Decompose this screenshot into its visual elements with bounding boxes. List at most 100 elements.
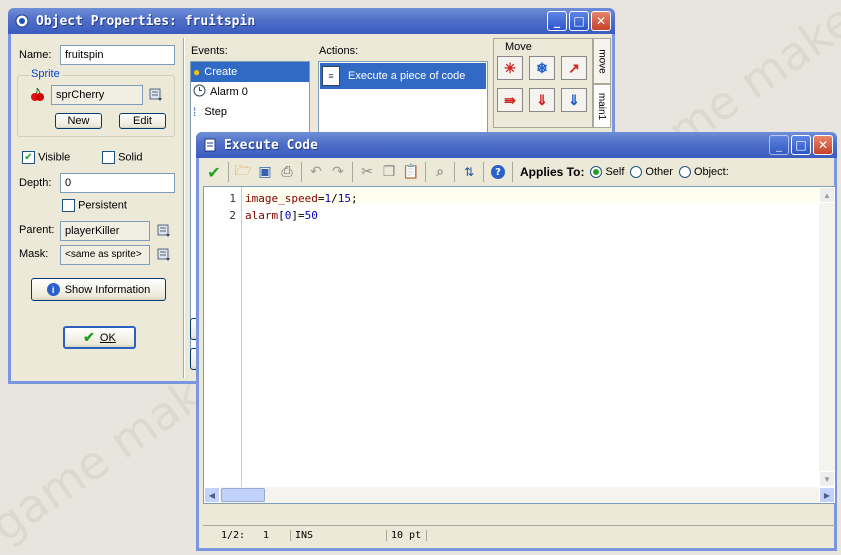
minimize-icon[interactable]: _ [547, 11, 567, 31]
separator [352, 162, 353, 182]
goto-line-icon[interactable]: ⇅ [458, 161, 480, 183]
undo-icon[interactable]: ↶ [305, 161, 327, 183]
window-title: Object Properties: fruitspin [36, 13, 256, 29]
scroll-right-icon[interactable]: ▶ [819, 487, 835, 503]
gravity-icon[interactable]: ⇓ [561, 88, 587, 112]
copy-icon[interactable]: ❐ [378, 161, 400, 183]
event-alarm-0[interactable]: Alarm 0 [191, 82, 309, 102]
solid-label: Solid [118, 151, 143, 164]
solid-checkbox[interactable]: Solid [102, 151, 143, 164]
horizontal-scrollbar[interactable]: ◀ ▶ [204, 487, 835, 503]
lightbulb-icon: ● [193, 65, 201, 79]
show-information-label: Show Information [64, 283, 151, 296]
self-radio[interactable]: Self [590, 166, 624, 178]
visible-checkbox[interactable]: ✔ Visible [22, 151, 70, 164]
code-token: 50 [304, 209, 318, 222]
code-page-icon: ≡ [322, 66, 340, 86]
move-fixed-icon[interactable]: ✳ [497, 56, 523, 80]
separator [454, 162, 455, 182]
close-icon[interactable]: ✕ [813, 135, 833, 155]
mask-field[interactable]: <same as sprite> [60, 245, 150, 265]
titlebar[interactable]: Execute Code _ □ ✕ [196, 132, 837, 158]
scroll-thumb[interactable] [221, 488, 265, 502]
persistent-checkbox[interactable]: Persistent [62, 199, 127, 212]
apply-checkmark-icon[interactable]: ✔ [203, 161, 225, 183]
search-icon[interactable]: ⌕ [429, 161, 451, 183]
edit-sprite-button[interactable]: Edit [119, 113, 166, 129]
event-label: Step [204, 106, 227, 118]
open-folder-icon[interactable]: 🗁 [232, 161, 254, 183]
line-number-gutter [204, 187, 242, 487]
speed-horizontal-icon[interactable]: ⇛ [497, 88, 523, 112]
sprite-field[interactable]: sprCherry [51, 85, 143, 105]
scroll-up-icon[interactable]: ▲ [819, 187, 835, 203]
code-token: image_speed [245, 192, 318, 205]
redo-icon[interactable]: ↷ [327, 161, 349, 183]
parent-field[interactable]: playerKiller [60, 221, 150, 241]
other-label: Other [645, 166, 673, 178]
parent-label: Parent: [19, 224, 55, 236]
code-page-icon [202, 137, 218, 153]
checkbox-empty [62, 199, 75, 212]
palette-caption: Move [505, 41, 532, 53]
info-icon: i [46, 283, 60, 296]
font-size: 10 pt [387, 530, 427, 541]
minimize-icon[interactable]: _ [769, 135, 789, 155]
scroll-left-icon[interactable]: ◀ [204, 487, 220, 503]
action-label: Execute a piece of code [348, 70, 466, 82]
depth-label: Depth: [19, 177, 52, 189]
close-icon[interactable]: ✕ [591, 11, 611, 31]
object-radio[interactable]: Object: [678, 166, 729, 178]
depth-field[interactable]: 0 [60, 173, 175, 193]
cursor-position: 1/2: [221, 530, 246, 541]
visible-label: Visible [38, 151, 71, 164]
sprite-menu-icon[interactable] [149, 88, 163, 105]
paste-icon[interactable]: 📋 [400, 161, 422, 183]
name-field[interactable]: fruitspin [60, 45, 175, 65]
code-token: [ [278, 209, 285, 222]
cut-icon[interactable]: ✂ [356, 161, 378, 183]
cursor-column: 1 [263, 530, 291, 541]
speed-vertical-icon[interactable]: ⇓ [529, 88, 555, 112]
toolbar: ✔ 🗁 ▣ ⎙ ↶ ↷ ✂ ❐ 📋 ⌕ ⇅ ? Applies To: Self… [203, 160, 833, 184]
applies-to-label: Applies To: [520, 165, 585, 179]
code-line: image_speed=1/15; [245, 190, 358, 207]
code-token: 15 [337, 192, 351, 205]
footsteps-icon: ⁞ [193, 105, 197, 119]
tab-main1[interactable]: main1 [593, 84, 611, 128]
other-radio[interactable]: Other [630, 166, 673, 178]
new-sprite-button[interactable]: New [55, 113, 102, 129]
divider [183, 38, 185, 378]
event-create[interactable]: ● Create [191, 62, 309, 82]
help-icon[interactable]: ? [487, 161, 509, 183]
show-information-button[interactable]: i Show Information [31, 278, 166, 301]
parent-menu-icon[interactable] [157, 224, 171, 241]
code-token: ; [350, 192, 358, 205]
code-editor[interactable]: 1 2 image_speed=1/15; alarm[0]=50 ▲ ▼ ◀ ▶ [203, 186, 836, 504]
scroll-down-icon[interactable]: ▼ [819, 471, 835, 487]
maximize-icon[interactable]: □ [791, 135, 811, 155]
vertical-scrollbar[interactable]: ▲ ▼ [819, 187, 835, 487]
mask-menu-icon[interactable] [157, 248, 171, 265]
tab-main1-label: main1 [596, 92, 608, 120]
print-icon[interactable]: ⎙ [276, 161, 298, 183]
save-icon[interactable]: ▣ [254, 161, 276, 183]
persistent-label: Persistent [78, 199, 127, 212]
event-step[interactable]: ⁞ Step [191, 102, 309, 122]
action-execute-code[interactable]: ≡ Execute a piece of code [320, 63, 486, 89]
move-towards-icon[interactable]: ↗ [561, 56, 587, 80]
move-free-icon[interactable]: ❄ [529, 56, 555, 80]
event-label: Create [204, 66, 238, 78]
tab-move[interactable]: move [593, 38, 611, 84]
name-label: Name: [19, 49, 52, 61]
separator [228, 162, 229, 182]
line-number: 1 [229, 192, 236, 205]
execute-code-window: Execute Code _ □ ✕ ✔ 🗁 ▣ ⎙ ↶ ↷ ✂ ❐ 📋 ⌕ ⇅… [196, 132, 837, 551]
insert-mode: INS [291, 530, 387, 541]
sprite-caption: Sprite [29, 68, 62, 80]
checkmark-icon: ✔ [83, 329, 95, 345]
line-number: 2 [229, 209, 236, 222]
titlebar[interactable]: Object Properties: fruitspin _ □ ✕ [8, 8, 615, 34]
ok-button[interactable]: ✔ OK [63, 326, 136, 349]
maximize-icon[interactable]: □ [569, 11, 589, 31]
